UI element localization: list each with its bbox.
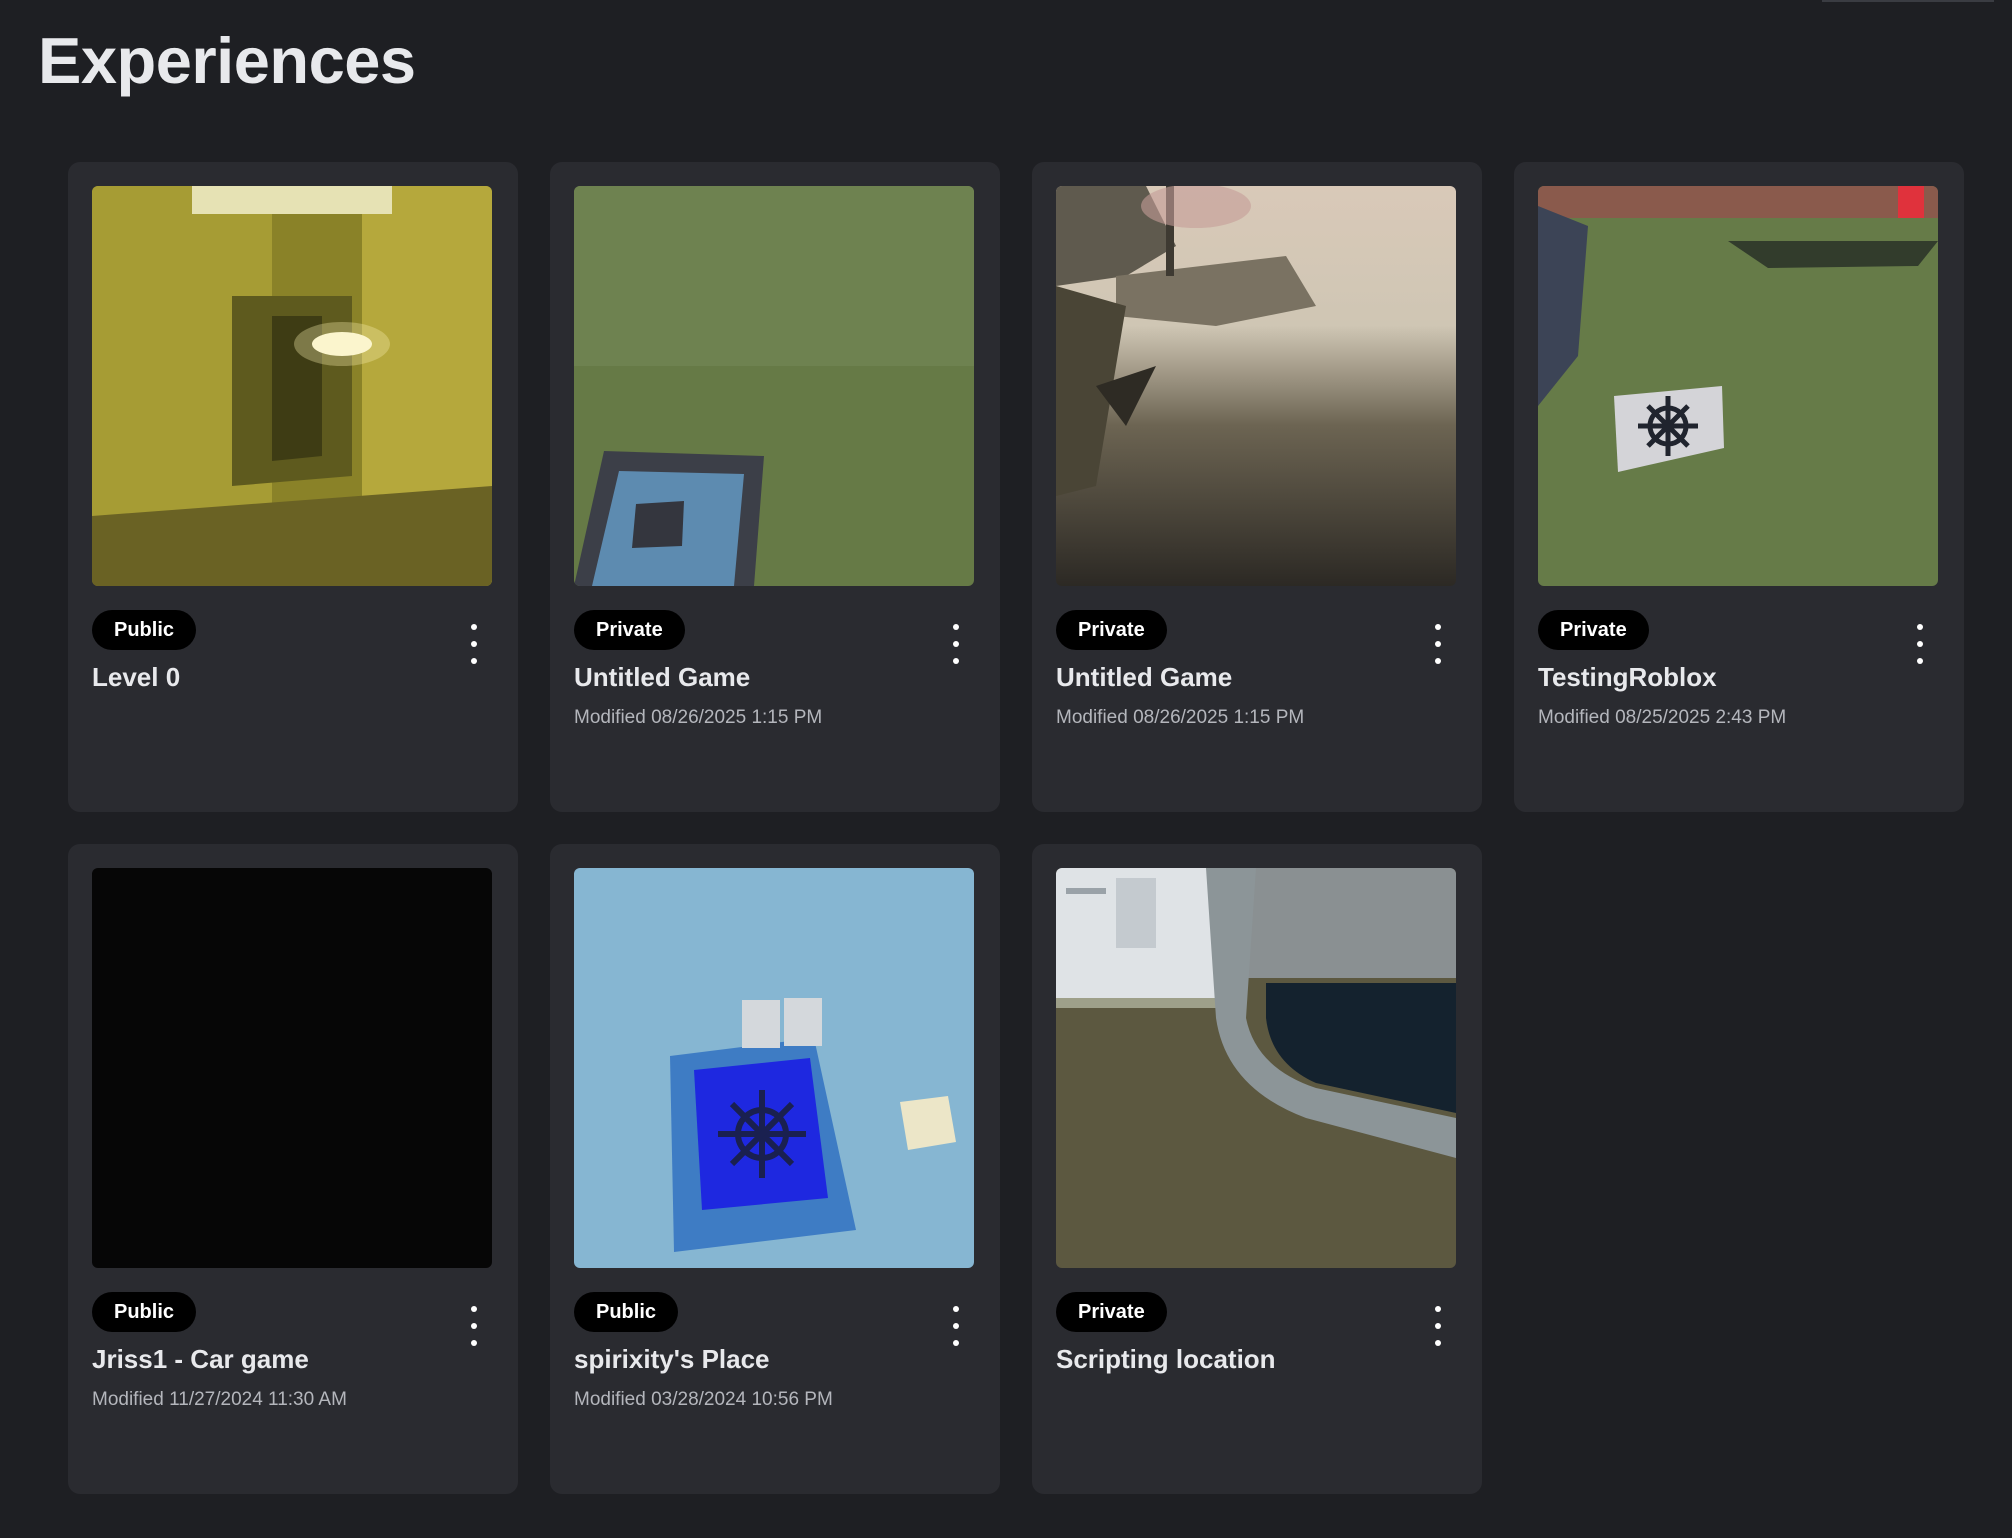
experience-card[interactable]: Private Untitled Game Modified 08/26/202… xyxy=(1032,162,1482,812)
experience-title[interactable]: Level 0 xyxy=(92,662,180,693)
modified-date: Modified 08/25/2025 2:43 PM xyxy=(1538,707,1787,728)
menu-dot xyxy=(953,1306,959,1312)
experience-thumbnail[interactable] xyxy=(92,868,492,1268)
menu-dot xyxy=(471,1306,477,1312)
more-vertical-icon[interactable] xyxy=(462,624,486,664)
menu-dot xyxy=(1917,624,1923,630)
menu-dot xyxy=(953,1323,959,1329)
visibility-badge: Private xyxy=(1056,1292,1167,1332)
experience-title[interactable]: Untitled Game xyxy=(1056,662,1232,693)
experience-card[interactable]: Public Jriss1 - Car game Modified 11/27/… xyxy=(68,844,518,1494)
experience-title[interactable]: Scripting location xyxy=(1056,1344,1276,1375)
menu-dot xyxy=(1435,641,1441,647)
menu-dot xyxy=(1435,1306,1441,1312)
visibility-badge: Public xyxy=(92,1292,197,1332)
visibility-badge: Private xyxy=(1538,610,1649,650)
more-vertical-icon[interactable] xyxy=(462,1306,486,1346)
menu-dot xyxy=(1435,624,1441,630)
experience-grid: Public Level 0 Private Untitled Game Mod… xyxy=(68,162,1964,1494)
experience-thumbnail[interactable] xyxy=(1056,868,1456,1268)
experience-thumbnail[interactable] xyxy=(1538,186,1938,586)
experience-thumbnail[interactable] xyxy=(574,186,974,586)
visibility-badge: Private xyxy=(1056,610,1167,650)
experience-title[interactable]: Jriss1 - Car game xyxy=(92,1344,309,1375)
experience-card[interactable]: Private TestingRoblox Modified 08/25/202… xyxy=(1514,162,1964,812)
experience-thumbnail[interactable] xyxy=(574,868,974,1268)
menu-dot xyxy=(1435,1323,1441,1329)
more-vertical-icon[interactable] xyxy=(944,624,968,664)
menu-dot xyxy=(1435,1340,1441,1346)
experience-thumbnail[interactable] xyxy=(1056,186,1456,586)
experience-title[interactable]: Untitled Game xyxy=(574,662,750,693)
menu-dot xyxy=(953,658,959,664)
more-vertical-icon[interactable] xyxy=(1908,624,1932,664)
visibility-badge: Public xyxy=(92,610,197,650)
more-vertical-icon[interactable] xyxy=(1426,1306,1450,1346)
menu-dot xyxy=(1917,641,1923,647)
menu-dot xyxy=(471,1323,477,1329)
modified-date: Modified 08/26/2025 1:15 PM xyxy=(1056,707,1305,728)
menu-dot xyxy=(953,624,959,630)
experience-card[interactable]: Public spirixity's Place Modified 03/28/… xyxy=(550,844,1000,1494)
menu-dot xyxy=(471,624,477,630)
menu-dot xyxy=(471,658,477,664)
experiences-page: Experiences Public Level 0 Private Untit… xyxy=(0,0,2012,1538)
modified-date: Modified 08/26/2025 1:15 PM xyxy=(574,707,823,728)
menu-dot xyxy=(1917,658,1923,664)
experience-card[interactable]: Public Level 0 xyxy=(68,162,518,812)
experience-title[interactable]: TestingRoblox xyxy=(1538,662,1717,693)
experience-thumbnail[interactable] xyxy=(92,186,492,586)
visibility-badge: Public xyxy=(574,1292,679,1332)
top-accent-bar xyxy=(1822,0,1994,2)
page-title: Experiences xyxy=(38,24,416,97)
modified-date: Modified 03/28/2024 10:56 PM xyxy=(574,1389,833,1410)
experience-card[interactable]: Private Untitled Game Modified 08/26/202… xyxy=(550,162,1000,812)
menu-dot xyxy=(953,1340,959,1346)
experience-title[interactable]: spirixity's Place xyxy=(574,1344,770,1375)
visibility-badge: Private xyxy=(574,610,685,650)
more-vertical-icon[interactable] xyxy=(1426,624,1450,664)
menu-dot xyxy=(471,641,477,647)
menu-dot xyxy=(953,641,959,647)
menu-dot xyxy=(1435,658,1441,664)
more-vertical-icon[interactable] xyxy=(944,1306,968,1346)
experience-card[interactable]: Private Scripting location xyxy=(1032,844,1482,1494)
menu-dot xyxy=(471,1340,477,1346)
modified-date: Modified 11/27/2024 11:30 AM xyxy=(92,1389,347,1410)
